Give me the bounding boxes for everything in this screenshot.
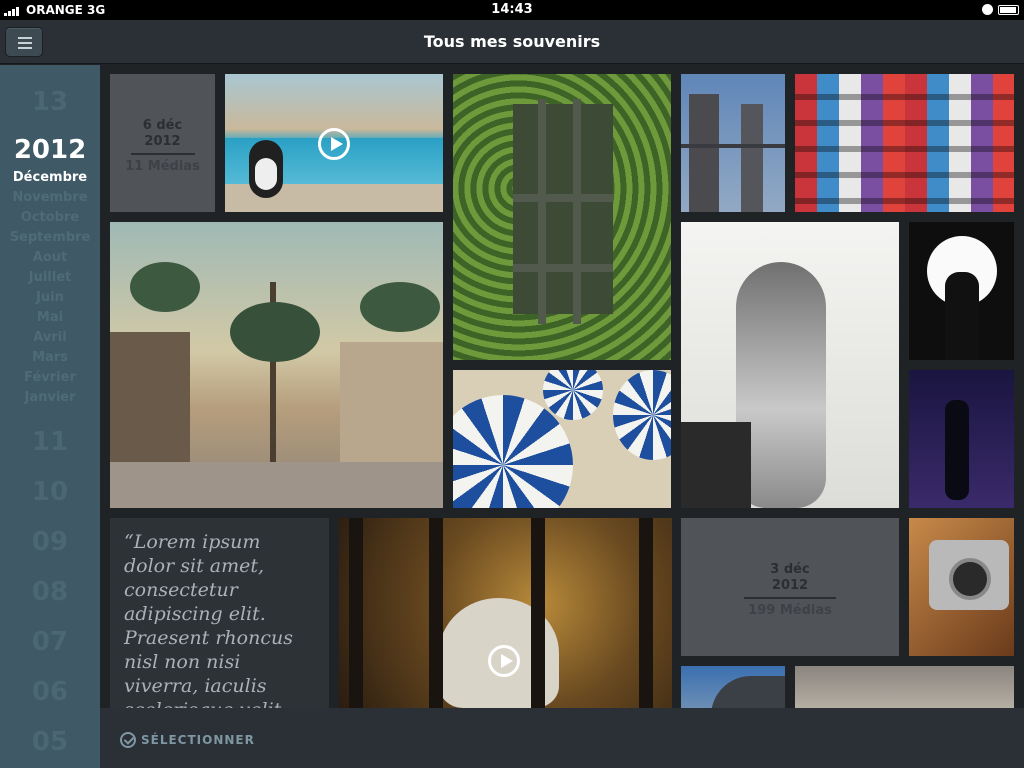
- play-icon: [318, 128, 350, 160]
- timeline-month[interactable]: Septembre: [0, 230, 100, 245]
- timeline-month[interactable]: Janvier: [0, 390, 100, 405]
- menu-button[interactable]: [5, 27, 43, 57]
- group-divider: [744, 597, 836, 599]
- media-grid: 6 déc 2012 11 Médias “Lorem ipsum dolor …: [100, 65, 1024, 708]
- group-date: 3 déc: [770, 562, 810, 577]
- battery-icon: [998, 5, 1019, 15]
- photo-thumbnail[interactable]: [339, 518, 672, 708]
- timeline-month[interactable]: Avril: [0, 330, 100, 345]
- group-year: 2012: [771, 578, 809, 593]
- timeline-day-marker[interactable]: 10: [0, 477, 100, 507]
- timeline-month[interactable]: Mai: [0, 310, 100, 325]
- group-year: 2012: [144, 134, 181, 149]
- group-divider: [130, 153, 195, 155]
- timeline-day-marker[interactable]: 05: [0, 727, 100, 757]
- group-date: 6 déc: [142, 118, 183, 133]
- timeline-month[interactable]: Juillet: [0, 270, 100, 285]
- photo-thumbnail[interactable]: [681, 222, 899, 508]
- timeline-day-marker[interactable]: 07: [0, 627, 100, 657]
- bottom-toolbar: SÉLECTIONNER: [100, 708, 1024, 768]
- status-bar: ORANGE 3G 14:43: [0, 0, 1024, 20]
- photo-thumbnail[interactable]: [909, 370, 1014, 508]
- photo-thumbnail[interactable]: [110, 222, 443, 508]
- date-group-header[interactable]: 6 déc 2012 11 Médias: [110, 74, 215, 212]
- timeline-month[interactable]: Octobre: [0, 210, 100, 225]
- photo-thumbnail[interactable]: [453, 370, 671, 508]
- select-label: SÉLECTIONNER: [141, 733, 255, 747]
- check-circle-icon: [120, 732, 136, 748]
- timeline-day-marker[interactable]: 11: [0, 427, 100, 457]
- photo-thumbnail[interactable]: [909, 222, 1014, 360]
- photo-thumbnail[interactable]: [681, 74, 785, 212]
- page-title: Tous mes souvenirs: [423, 32, 601, 51]
- nav-bar: Tous mes souvenirs: [0, 20, 1024, 64]
- photo-thumbnail[interactable]: [795, 666, 1014, 708]
- timeline-day-marker[interactable]: 09: [0, 527, 100, 557]
- timeline-month[interactable]: Novembre: [0, 190, 100, 205]
- play-icon: [488, 645, 520, 677]
- timeline-day-marker[interactable]: 06: [0, 677, 100, 707]
- app: ORANGE 3G 14:43 Tous mes souvenirs 13 20…: [0, 0, 1024, 768]
- status-time: 14:43: [491, 2, 533, 17]
- hamburger-menu-icon: [18, 37, 32, 49]
- timeline-month-active[interactable]: Décembre: [0, 170, 100, 185]
- photo-thumbnail[interactable]: [795, 74, 1014, 212]
- photo-thumbnail[interactable]: [909, 518, 1014, 656]
- timeline-year-marker[interactable]: 13: [0, 87, 100, 117]
- photo-thumbnail[interactable]: [681, 666, 785, 708]
- timeline-month[interactable]: Mars: [0, 350, 100, 365]
- timeline-sidebar[interactable]: 13 2012 Décembre Novembre Octobre Septem…: [0, 65, 100, 768]
- date-group-header[interactable]: 3 déc 2012 199 Médias: [681, 518, 899, 656]
- timeline-month[interactable]: Juin: [0, 290, 100, 305]
- text-note[interactable]: “Lorem ipsum dolor sit amet, consectetur…: [110, 518, 329, 708]
- group-media-count: 11 Médias: [125, 159, 200, 174]
- group-media-count: 199 Médias: [748, 603, 832, 618]
- photo-thumbnail[interactable]: [225, 74, 443, 212]
- timeline-year[interactable]: 2012: [0, 135, 100, 165]
- timeline-month[interactable]: Aout: [0, 250, 100, 265]
- rotation-lock-icon: [982, 4, 993, 15]
- timeline-month[interactable]: Février: [0, 370, 100, 385]
- timeline-day-marker[interactable]: 08: [0, 577, 100, 607]
- photo-thumbnail[interactable]: [453, 74, 671, 360]
